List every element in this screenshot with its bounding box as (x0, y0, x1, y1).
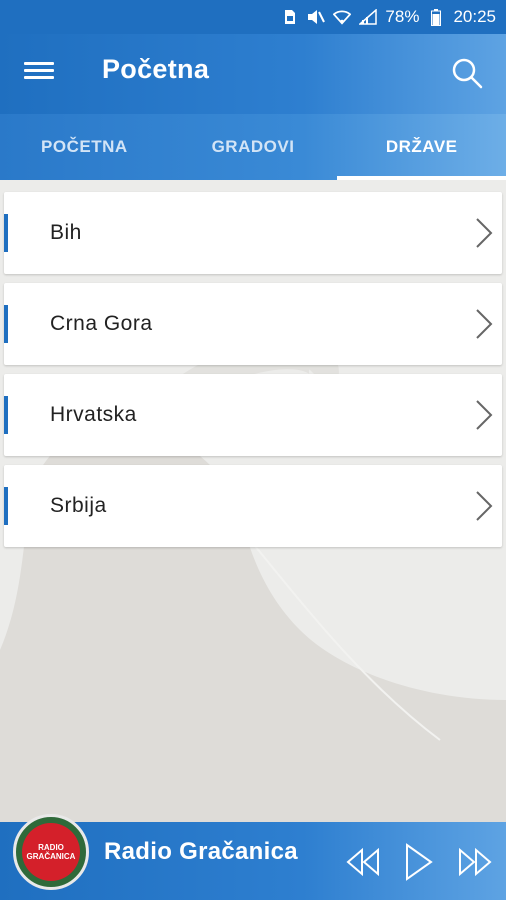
battery-percent: 78% (385, 7, 420, 26)
tab-gradovi[interactable]: GRADOVI (169, 114, 338, 180)
chevron-right-icon (476, 218, 493, 248)
search-icon[interactable] (450, 56, 484, 90)
sim-icon (281, 8, 299, 26)
station-name: Radio Gračanica (104, 838, 298, 865)
country-list-panel: Bih Crna Gora Hrvatska Srbija (0, 180, 506, 822)
wifi-icon (333, 8, 352, 26)
list-item-accent (4, 305, 8, 343)
tab-pocetna[interactable]: POČETNA (0, 114, 169, 180)
chevron-right-icon (476, 491, 493, 521)
rewind-icon[interactable] (344, 844, 382, 880)
list-item-label: Bih (50, 221, 82, 244)
logo-text-line2: GRAČANICA (26, 852, 76, 861)
app-bar: Početna (0, 34, 506, 114)
list-item-accent (4, 214, 8, 252)
player-bar: RADIO GRAČANICA Radio Gračanica (0, 814, 506, 900)
list-item-bih[interactable]: Bih (4, 192, 502, 274)
mute-icon (307, 8, 326, 26)
tab-bar: POČETNA GRADOVI DRŽAVE (0, 114, 506, 180)
logo-text-line1: RADIO (38, 843, 64, 852)
status-bar: 78% 20:25 (0, 0, 506, 34)
tab-drzave[interactable]: DRŽAVE (337, 114, 506, 180)
hamburger-menu-icon[interactable] (24, 58, 54, 88)
station-logo-badge: RADIO GRAČANICA (22, 823, 80, 881)
country-list: Bih Crna Gora Hrvatska Srbija (4, 192, 502, 556)
fast-forward-icon[interactable] (456, 844, 494, 880)
list-item-label: Crna Gora (50, 312, 153, 335)
list-item-label: Srbija (50, 494, 107, 517)
signal-icon (359, 8, 378, 26)
list-item-hrvatska[interactable]: Hrvatska (4, 374, 502, 456)
list-item-crna-gora[interactable]: Crna Gora (4, 283, 502, 365)
battery-icon (427, 8, 445, 26)
clock: 20:25 (453, 7, 496, 26)
page-title: Početna (102, 54, 210, 84)
list-item-label: Hrvatska (50, 403, 137, 426)
chevron-right-icon (476, 400, 493, 430)
list-item-accent (4, 396, 8, 434)
station-logo[interactable]: RADIO GRAČANICA (13, 814, 89, 890)
chevron-right-icon (476, 309, 493, 339)
list-item-srbija[interactable]: Srbija (4, 465, 502, 547)
play-icon[interactable] (404, 842, 434, 882)
list-item-accent (4, 487, 8, 525)
